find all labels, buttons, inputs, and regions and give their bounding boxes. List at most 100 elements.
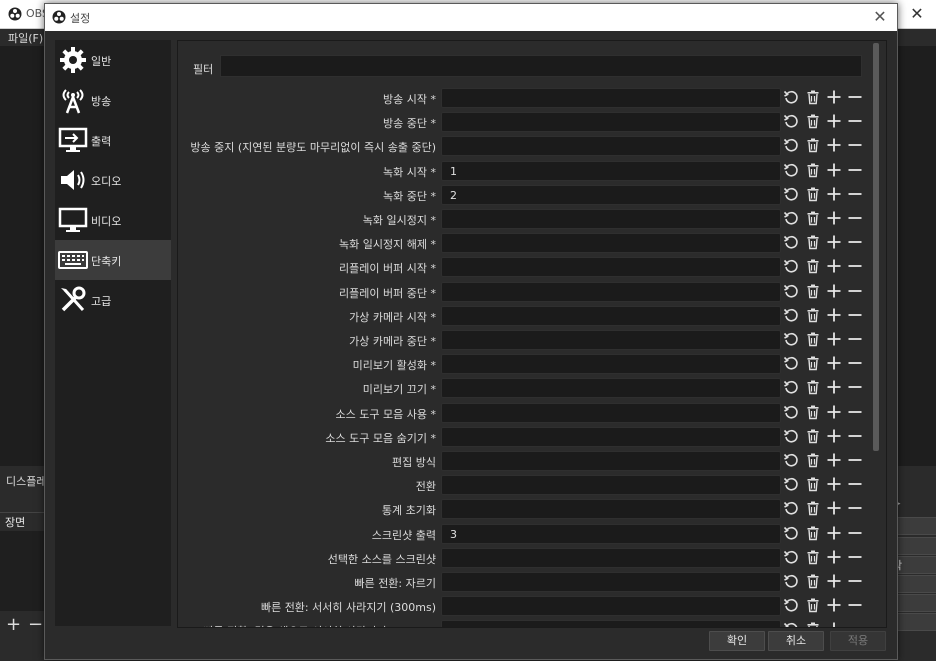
obs-close-icon[interactable]: ✕	[906, 3, 928, 25]
hotkey-remove-button[interactable]	[847, 404, 863, 420]
hotkey-remove-button[interactable]	[847, 307, 863, 323]
hotkey-clear-button[interactable]	[805, 137, 821, 153]
hotkey-remove-button[interactable]	[847, 89, 863, 105]
sidebar-item-output[interactable]: 출력	[55, 120, 171, 160]
hotkey-reset-button[interactable]	[783, 379, 799, 395]
hotkey-clear-button[interactable]	[805, 404, 821, 420]
hotkey-clear-button[interactable]	[805, 476, 821, 492]
hotkey-remove-button[interactable]	[847, 452, 863, 468]
hotkey-reset-button[interactable]	[783, 476, 799, 492]
hotkey-reset-button[interactable]	[783, 525, 799, 541]
hotkey-input[interactable]	[441, 548, 781, 568]
hotkey-add-button[interactable]	[826, 113, 842, 129]
hotkey-reset-button[interactable]	[783, 210, 799, 226]
hotkey-clear-button[interactable]	[805, 162, 821, 178]
sidebar-item-general[interactable]: 일반	[55, 40, 171, 80]
hotkey-add-button[interactable]	[826, 500, 842, 516]
hotkey-clear-button[interactable]	[805, 89, 821, 105]
hotkey-input[interactable]	[441, 596, 781, 616]
hotkey-add-button[interactable]	[826, 379, 842, 395]
hotkey-reset-button[interactable]	[783, 549, 799, 565]
hotkey-remove-button[interactable]	[847, 283, 863, 299]
hotkey-add-button[interactable]	[826, 234, 842, 250]
scene-remove-button[interactable]: −	[28, 614, 43, 635]
hotkey-input[interactable]	[441, 209, 781, 229]
hotkey-input[interactable]: 1	[441, 161, 781, 181]
hotkey-input[interactable]	[441, 427, 781, 447]
hotkey-input[interactable]	[441, 282, 781, 302]
hotkey-add-button[interactable]	[826, 331, 842, 347]
hotkey-clear-button[interactable]	[805, 379, 821, 395]
hotkey-input[interactable]	[441, 378, 781, 398]
hotkey-add-button[interactable]	[826, 549, 842, 565]
hotkey-reset-button[interactable]	[783, 500, 799, 516]
hotkey-reset-button[interactable]	[783, 186, 799, 202]
hotkey-add-button[interactable]	[826, 258, 842, 274]
hotkey-input[interactable]	[441, 330, 781, 350]
hotkey-add-button[interactable]	[826, 210, 842, 226]
hotkey-add-button[interactable]	[826, 597, 842, 613]
hotkey-add-button[interactable]	[826, 186, 842, 202]
panel-scrollbar[interactable]	[872, 43, 880, 625]
ok-button[interactable]: 확인	[709, 631, 765, 651]
apply-button[interactable]: 적용	[830, 631, 886, 651]
hotkey-clear-button[interactable]	[805, 210, 821, 226]
hotkey-add-button[interactable]	[826, 404, 842, 420]
hotkey-clear-button[interactable]	[805, 234, 821, 250]
hotkey-clear-button[interactable]	[805, 355, 821, 371]
hotkey-clear-button[interactable]	[805, 500, 821, 516]
hotkey-clear-button[interactable]	[805, 331, 821, 347]
sidebar-item-video[interactable]: 비디오	[55, 200, 171, 240]
hotkey-remove-button[interactable]	[847, 186, 863, 202]
scrollbar-thumb[interactable]	[873, 43, 879, 451]
hotkey-clear-button[interactable]	[805, 186, 821, 202]
hotkey-remove-button[interactable]	[847, 549, 863, 565]
hotkey-remove-button[interactable]	[847, 428, 863, 444]
dialog-close-icon[interactable]: ✕	[869, 6, 891, 28]
hotkey-add-button[interactable]	[826, 355, 842, 371]
hotkey-remove-button[interactable]	[847, 137, 863, 153]
hotkey-reset-button[interactable]	[783, 331, 799, 347]
hotkey-reset-button[interactable]	[783, 452, 799, 468]
hotkey-reset-button[interactable]	[783, 162, 799, 178]
hotkey-clear-button[interactable]	[805, 573, 821, 589]
hotkey-remove-button[interactable]	[847, 525, 863, 541]
hotkey-clear-button[interactable]	[805, 549, 821, 565]
hotkey-clear-button[interactable]	[805, 621, 821, 627]
hotkey-input[interactable]: 3	[441, 524, 781, 544]
cancel-button[interactable]: 취소	[768, 631, 824, 651]
hotkey-input[interactable]	[441, 112, 781, 132]
hotkey-input[interactable]	[441, 620, 781, 627]
hotkey-add-button[interactable]	[826, 307, 842, 323]
sidebar-item-advanced[interactable]: 고급	[55, 280, 171, 320]
hotkey-add-button[interactable]	[826, 137, 842, 153]
hotkey-input[interactable]	[441, 88, 781, 108]
hotkey-input[interactable]	[441, 257, 781, 277]
hotkey-reset-button[interactable]	[783, 89, 799, 105]
hotkey-add-button[interactable]	[826, 428, 842, 444]
hotkey-remove-button[interactable]	[847, 331, 863, 347]
hotkey-remove-button[interactable]	[847, 258, 863, 274]
scene-list[interactable]	[0, 531, 44, 611]
sidebar-item-hotkeys[interactable]: 단축키	[55, 240, 171, 280]
hotkey-remove-button[interactable]	[847, 162, 863, 178]
hotkey-reset-button[interactable]	[783, 283, 799, 299]
filter-input[interactable]	[220, 55, 862, 77]
hotkey-add-button[interactable]	[826, 89, 842, 105]
sidebar-item-audio[interactable]: 오디오	[55, 160, 171, 200]
hotkey-reset-button[interactable]	[783, 597, 799, 613]
hotkey-reset-button[interactable]	[783, 355, 799, 371]
hotkey-clear-button[interactable]	[805, 258, 821, 274]
hotkey-reset-button[interactable]	[783, 428, 799, 444]
hotkey-clear-button[interactable]	[805, 597, 821, 613]
hotkey-remove-button[interactable]	[847, 113, 863, 129]
hotkey-remove-button[interactable]	[847, 210, 863, 226]
scene-add-button[interactable]: +	[6, 614, 21, 635]
hotkey-input[interactable]	[441, 499, 781, 519]
hotkey-input[interactable]: 2	[441, 185, 781, 205]
hotkey-remove-button[interactable]	[847, 500, 863, 516]
hotkey-add-button[interactable]	[826, 162, 842, 178]
hotkey-reset-button[interactable]	[783, 258, 799, 274]
hotkey-input[interactable]	[441, 451, 781, 471]
hotkey-reset-button[interactable]	[783, 307, 799, 323]
